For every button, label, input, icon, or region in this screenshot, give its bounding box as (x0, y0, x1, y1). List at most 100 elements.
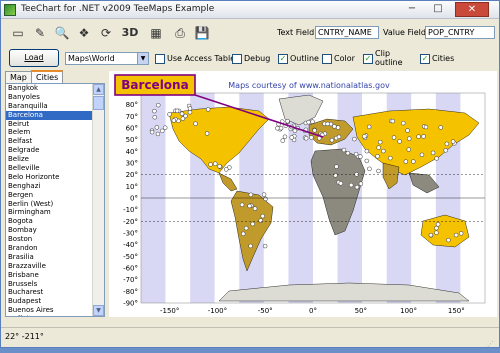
text-field-input[interactable]: CNTRY_NAME (315, 26, 379, 39)
resize-grip-icon[interactable]: ⋰ (487, 335, 497, 348)
city-list-item[interactable]: Bucharest (6, 288, 104, 297)
x-tick-label: -100° (208, 307, 227, 315)
y-tick-label: -20° (123, 218, 138, 226)
city-list-item[interactable]: Brandon (6, 244, 104, 253)
print-icon[interactable]: ⎙ (171, 24, 189, 42)
city-list-item[interactable]: Boston (6, 235, 104, 244)
cities-checkbox[interactable]: ✓ (420, 54, 430, 64)
city-list[interactable]: Bangkok Banyoles Baranquilla Barcelona Beiru… (5, 83, 105, 317)
city-marker (421, 134, 426, 139)
chevron-down-icon[interactable]: ▼ (137, 53, 148, 64)
city-marker (310, 119, 315, 124)
debug-checkbox[interactable] (232, 54, 242, 64)
city-list-item[interactable]: Belo Horizonte (6, 173, 104, 182)
city-list-item[interactable]: Belize (6, 155, 104, 164)
maximize-button[interactable]: □ (427, 2, 449, 17)
load-button[interactable]: Load (9, 49, 59, 67)
x-tick-label: 150° (448, 307, 465, 315)
city-marker (260, 213, 265, 219)
scroll-down-icon[interactable]: ▼ (93, 305, 104, 316)
city-marker (258, 218, 263, 223)
outline-checkbox[interactable]: ✓ (278, 54, 288, 64)
city-marker (208, 162, 213, 167)
city-list-item[interactable]: Bombay (6, 226, 104, 235)
map-chart[interactable]: 90°80°70°60°50°40°30°20°10°0°-10°-20°-30… (109, 71, 497, 317)
city-marker (183, 113, 188, 119)
city-marker (309, 135, 314, 140)
color-checkbox[interactable] (322, 54, 332, 64)
city-marker (353, 151, 359, 157)
city-list-item[interactable]: Banyoles (6, 93, 104, 102)
city-list-item[interactable]: Bergen (6, 191, 104, 200)
city-list-item[interactable]: Benghazi (6, 182, 104, 191)
rotate-icon[interactable]: ⟳ (97, 24, 115, 42)
use-access-table-checkbox[interactable] (155, 54, 165, 64)
city-marker (428, 232, 434, 238)
x-tick-label: -150° (160, 307, 179, 315)
clip-outline-label-2: outline (375, 58, 403, 67)
value-field-input[interactable]: POP_CNTRY (425, 26, 495, 39)
city-list-item[interactable]: Beirut (6, 120, 104, 129)
city-marker (263, 196, 268, 202)
city-list-item[interactable]: Buenos Aires (6, 306, 104, 315)
city-list-item[interactable]: Birmingham (6, 208, 104, 217)
x-tick-label: 50° (355, 307, 367, 315)
gallery-icon[interactable]: ❖ (75, 24, 93, 42)
city-marker (329, 137, 335, 143)
clip-outline-checkbox[interactable]: ✓ (363, 54, 373, 64)
city-marker (443, 148, 448, 153)
city-list-item[interactable]: Barcelona (6, 110, 104, 120)
city-list-item[interactable]: Belleville (6, 164, 104, 173)
title-bar[interactable]: TeeChart for .NET v2009 TeeMaps Example … (1, 1, 499, 19)
city-marker (375, 154, 380, 159)
city-marker (155, 131, 161, 137)
editor-icon[interactable]: ▦ (147, 24, 165, 42)
map-select[interactable]: Maps\World ▼ (65, 52, 149, 65)
x-tick-label: -50° (258, 307, 273, 315)
new-icon[interactable]: ▭ (9, 24, 27, 42)
city-marker (444, 141, 450, 147)
tab-cities[interactable]: Cities (31, 70, 64, 83)
city-marker (217, 164, 222, 169)
city-marker (388, 155, 393, 161)
city-marker (280, 138, 285, 143)
minimize-button[interactable]: − (401, 2, 423, 17)
city-marker (160, 128, 165, 134)
city-list-item[interactable]: Budapest (6, 297, 104, 306)
city-marker (381, 148, 386, 154)
tab-map[interactable]: Map (5, 71, 32, 83)
city-marker (306, 119, 311, 125)
city-list-item[interactable]: Belgrade (6, 146, 104, 155)
cursor-coordinates: 22° -211° (5, 332, 44, 341)
city-marker (252, 206, 258, 211)
city-marker (167, 112, 172, 117)
city-list-item[interactable]: Bogota (6, 217, 104, 226)
city-list-item[interactable]: Brazzaville (6, 262, 104, 271)
city-marker (397, 139, 402, 144)
edit-icon[interactable]: ✎ (31, 24, 49, 42)
city-list-item[interactable]: Berlin (West) (6, 200, 104, 209)
3d-toggle-button[interactable]: 3D (121, 24, 139, 42)
city-list-item[interactable]: Brasilia (6, 253, 104, 262)
city-list-item[interactable]: Brussels (6, 280, 104, 289)
city-marker (406, 147, 412, 152)
city-list-item[interactable]: Belfast (6, 137, 104, 146)
city-marker (423, 124, 429, 130)
city-list-item[interactable]: Bangkok (6, 84, 104, 93)
x-tick-label: 100° (400, 307, 417, 315)
y-tick-label: 30° (126, 160, 138, 168)
zoom-icon[interactable]: 🔍 (53, 24, 71, 42)
city-list-item[interactable]: Belem (6, 128, 104, 137)
city-list-items: Bangkok Banyoles Baranquilla Barcelona Beiru… (6, 84, 104, 316)
city-marker (354, 184, 360, 190)
scroll-up-icon[interactable]: ▲ (93, 84, 104, 95)
city-list-item[interactable]: Buffalo (6, 315, 104, 316)
city-marker (312, 128, 317, 133)
save-icon[interactable]: 💾 (193, 24, 211, 42)
vertical-scrollbar[interactable]: ▲ ▼ (92, 84, 104, 316)
scroll-thumb[interactable] (93, 96, 104, 110)
city-list-item[interactable]: Baranquilla (6, 102, 104, 111)
close-button[interactable]: ✕ (455, 2, 489, 17)
city-list-item[interactable]: Brisbane (6, 271, 104, 280)
city-marker (435, 222, 441, 227)
